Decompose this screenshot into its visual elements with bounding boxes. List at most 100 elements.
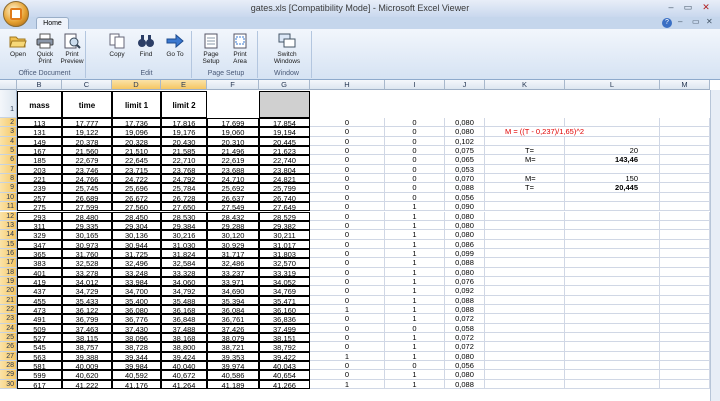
empty-cell[interactable] (660, 323, 710, 334)
table-cell[interactable]: 0 (310, 155, 385, 165)
row-header[interactable]: 10 (0, 192, 17, 203)
table-cell[interactable]: 31,803 (259, 248, 310, 259)
table-cell[interactable]: 0 (310, 314, 385, 324)
table-cell[interactable]: 0 (310, 276, 385, 287)
table-cell[interactable]: 38,757 (62, 342, 112, 352)
table-cell[interactable]: 21,496 (207, 146, 259, 156)
ribbon-restore-icon[interactable]: ▭ (692, 17, 700, 26)
table-cell[interactable]: 31,717 (207, 248, 259, 259)
table-cell[interactable]: 33,328 (161, 267, 207, 278)
table-cell[interactable]: 347 (17, 239, 62, 250)
copy-button[interactable]: Copy (104, 33, 130, 58)
column-header-h[interactable]: H (310, 80, 385, 90)
empty-cell[interactable] (565, 248, 660, 259)
row-header[interactable]: 23 (0, 314, 17, 324)
table-cell[interactable]: 36,799 (62, 314, 112, 324)
table-cell[interactable]: 0,072 (445, 314, 485, 324)
empty-cell[interactable] (485, 239, 565, 249)
table-cell[interactable]: 31,760 (62, 248, 112, 259)
table-cell[interactable]: 36,836 (259, 314, 310, 324)
table-cell[interactable]: 0,070 (445, 174, 485, 184)
table-cell[interactable]: 37,430 (112, 323, 161, 334)
table-cell[interactable]: 30,929 (207, 239, 259, 250)
table-cell[interactable]: 1 (385, 351, 445, 362)
table-cell[interactable]: 0,099 (445, 248, 485, 259)
column-header-c[interactable]: C (62, 80, 112, 90)
row-header[interactable]: 17 (0, 258, 17, 268)
table-cell[interactable]: 1 (385, 305, 445, 315)
table-cell[interactable]: 19,060 (207, 127, 259, 137)
table-cell[interactable]: 32,486 (207, 258, 259, 268)
table-cell[interactable]: 0,072 (445, 342, 485, 352)
table-cell[interactable]: 34,700 (112, 286, 161, 296)
table-cell[interactable]: 19,122 (62, 127, 112, 137)
empty-cell[interactable] (565, 276, 660, 287)
row-header[interactable]: 30 (0, 379, 17, 390)
table-cell[interactable]: 22,645 (112, 155, 161, 165)
table-cell[interactable]: 23,804 (259, 164, 310, 175)
column-header-i[interactable]: I (385, 80, 445, 90)
empty-cell[interactable] (485, 342, 565, 352)
table-cell[interactable]: 0 (310, 183, 385, 193)
column-header-f[interactable]: F (207, 80, 259, 90)
empty-cell[interactable] (660, 202, 710, 212)
office-button[interactable] (3, 1, 29, 27)
table-cell[interactable]: 509 (17, 323, 62, 334)
table-cell[interactable]: 455 (17, 295, 62, 306)
table-cell[interactable]: 0 (385, 127, 445, 137)
table-cell[interactable]: 0,080 (445, 118, 485, 128)
table-cell[interactable]: 35,433 (62, 295, 112, 306)
table-cell[interactable]: 20,328 (112, 136, 161, 147)
empty-cell[interactable] (565, 342, 660, 352)
row-header[interactable]: 7 (0, 164, 17, 175)
table-cell[interactable]: 0,056 (445, 192, 485, 203)
row-header[interactable]: 9 (0, 183, 17, 193)
table-cell[interactable]: 36,084 (207, 305, 259, 315)
table-cell[interactable]: 221 (17, 174, 62, 184)
table-cell[interactable]: 0 (310, 118, 385, 128)
table-cell[interactable]: 113 (17, 118, 62, 128)
table-cell[interactable]: 1 (385, 295, 445, 305)
table-cell[interactable]: 41,189 (207, 379, 259, 390)
empty-cell[interactable] (485, 164, 565, 175)
table-cell[interactable]: 29,304 (112, 220, 161, 231)
empty-cell[interactable] (565, 379, 660, 390)
empty-cell[interactable] (565, 220, 660, 231)
empty-cell[interactable] (485, 202, 565, 212)
row-header[interactable]: 16 (0, 248, 17, 259)
row-header[interactable]: 18 (0, 267, 17, 277)
empty-cell[interactable] (660, 286, 710, 296)
empty-cell[interactable] (485, 220, 565, 231)
table-cell[interactable]: 0,080 (445, 220, 485, 231)
table-cell[interactable]: 28,450 (112, 211, 161, 222)
table-cell[interactable]: 36,776 (112, 314, 161, 324)
table-cell[interactable]: 23,768 (161, 164, 207, 175)
table-cell[interactable]: 28,530 (161, 211, 207, 222)
table-cell[interactable]: 22,619 (207, 155, 259, 165)
column-header-k[interactable]: K (485, 80, 565, 90)
table-cell[interactable]: 31,017 (259, 239, 310, 250)
table-cell[interactable]: 0,088 (445, 295, 485, 305)
table-cell[interactable]: 41,266 (259, 379, 310, 390)
table-cell[interactable]: 0 (385, 155, 445, 165)
empty-cell[interactable] (660, 295, 710, 305)
empty-cell[interactable] (565, 211, 660, 221)
table-cell[interactable]: 37,488 (161, 323, 207, 334)
table-cell[interactable]: 28,480 (62, 211, 112, 222)
empty-cell[interactable] (485, 361, 565, 371)
table-cell[interactable]: 34,769 (259, 286, 310, 296)
table-cell[interactable]: 0 (385, 136, 445, 147)
table-cell[interactable]: 0,053 (445, 164, 485, 175)
empty-cell[interactable] (660, 211, 710, 221)
table-cell[interactable]: 19,194 (259, 127, 310, 137)
page-setup-button[interactable]: Page Setup (198, 33, 224, 65)
table-cell[interactable]: 21,623 (259, 146, 310, 156)
table-cell[interactable]: 38,079 (207, 333, 259, 343)
table-cell[interactable]: 31,725 (112, 248, 161, 259)
table-cell[interactable]: 0 (310, 230, 385, 240)
table-cell[interactable]: 0 (310, 211, 385, 221)
table-cell[interactable]: 131 (17, 127, 62, 137)
empty-cell[interactable] (565, 192, 660, 203)
table-cell[interactable]: 0 (310, 192, 385, 203)
table-cell[interactable]: 31,824 (161, 248, 207, 259)
